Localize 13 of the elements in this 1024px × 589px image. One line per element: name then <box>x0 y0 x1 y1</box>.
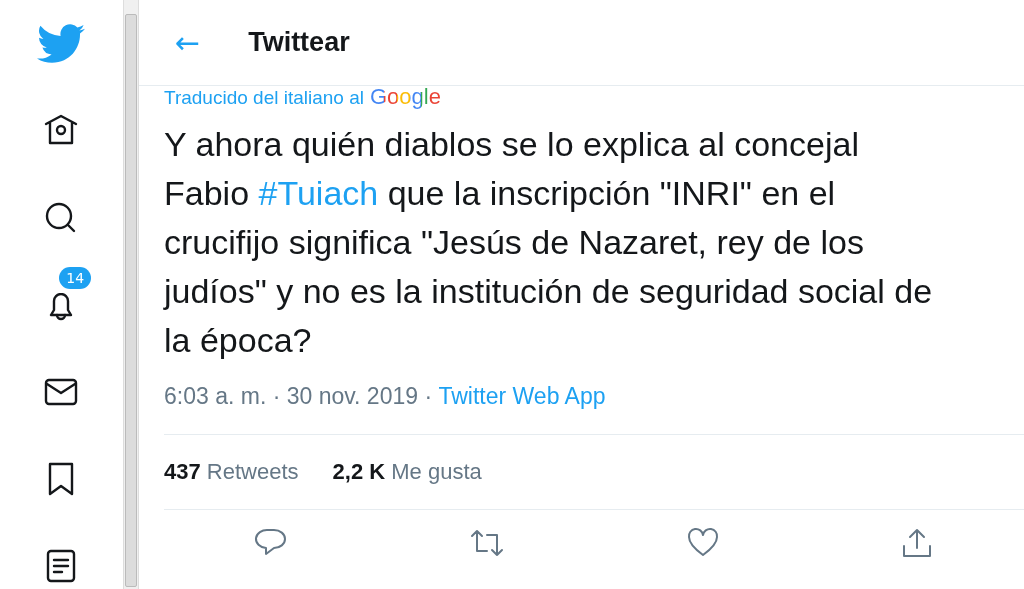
translation-label[interactable]: Traducido del italiano al <box>164 87 364 109</box>
notification-count: 14 <box>59 267 92 289</box>
stat-count[interactable]: 437 Retweets <box>164 459 299 485</box>
tweet-text: Y ahora quién diablos se lo explica al concejal Fabio #Tuiach que la inscripción "INRI" en el crucifijo significa "Jesús de Nazaret, rey de los judíos" y no es la institución de seguridad social de la época? <box>164 124 934 361</box>
bird-logo-icon <box>37 23 86 64</box>
page-title: Twittear <box>248 27 350 58</box>
scrollbar[interactable] <box>122 0 139 589</box>
source-link[interactable]: Twitter Web App <box>438 383 606 410</box>
tweet-timestamp: 6:03 a. m. · 30 nov. 2019 · <box>164 383 434 410</box>
stat-count[interactable]: 2,2 K Me gusta <box>332 459 482 485</box>
back-button[interactable]: ← <box>175 27 201 58</box>
share-icon[interactable] <box>900 526 934 560</box>
hashtag-link[interactable]: #Tuiach <box>258 174 379 212</box>
